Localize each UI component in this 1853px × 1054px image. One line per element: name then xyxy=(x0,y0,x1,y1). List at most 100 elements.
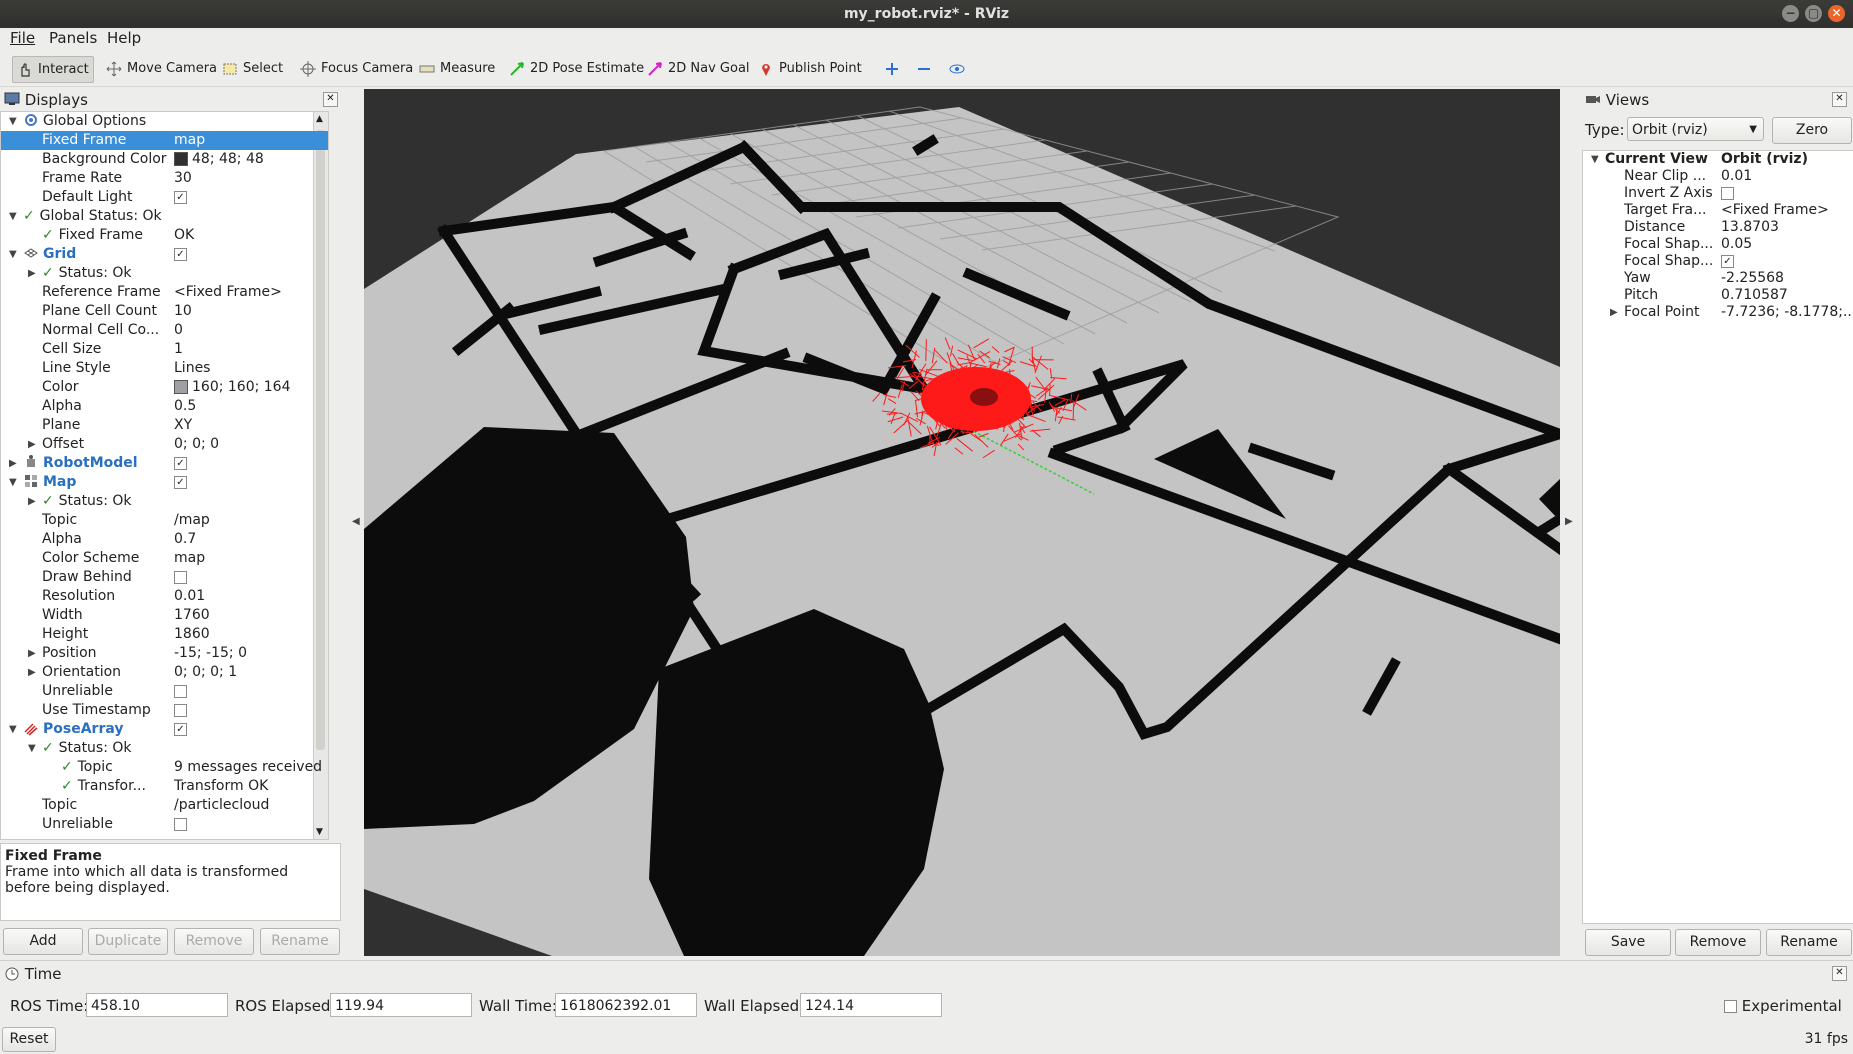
view-options-button[interactable] xyxy=(945,56,969,81)
expand-right-icon[interactable]: ▶ xyxy=(28,663,38,682)
collapse-left-icon[interactable]: ◀ xyxy=(352,516,360,527)
duplicate-display-button[interactable]: Duplicate xyxy=(88,928,168,955)
display-property-row[interactable]: Fixed Framemap xyxy=(1,131,328,150)
display-property-row[interactable]: Plane Cell Count10 xyxy=(1,302,328,321)
property-value[interactable] xyxy=(174,568,187,587)
display-property-row[interactable]: Unreliable xyxy=(1,682,328,701)
display-property-row[interactable]: Topic/map xyxy=(1,511,328,530)
property-checkbox[interactable] xyxy=(1721,187,1734,200)
view-property-row[interactable]: ▼Current ViewOrbit (rviz) xyxy=(1583,151,1853,168)
expand-down-icon[interactable]: ▼ xyxy=(9,112,19,131)
expand-right-icon[interactable]: ▶ xyxy=(28,492,38,511)
expand-down-icon[interactable]: ▼ xyxy=(9,720,19,739)
view-property-row[interactable]: Near Clip ...0.01 xyxy=(1583,168,1853,185)
expand-right-icon[interactable]: ▶ xyxy=(28,435,38,454)
display-property-row[interactable]: ▶RobotModel✓ xyxy=(1,454,328,473)
ros-elapsed-field[interactable]: 119.94 xyxy=(330,993,472,1017)
property-checkbox[interactable]: ✓ xyxy=(174,457,187,470)
map-scene[interactable] xyxy=(364,89,1560,956)
color-swatch[interactable] xyxy=(174,380,188,394)
display-property-row[interactable]: ✓ Topic9 messages received xyxy=(1,758,328,777)
property-value[interactable]: ✓ xyxy=(174,454,187,473)
views-close-button[interactable]: ✕ xyxy=(1832,92,1847,107)
display-property-row[interactable]: Color160; 160; 164 xyxy=(1,378,328,397)
display-property-row[interactable]: ▼PoseArray✓ xyxy=(1,720,328,739)
display-property-row[interactable]: ▶Offset0; 0; 0 xyxy=(1,435,328,454)
rename-display-button[interactable]: Rename xyxy=(260,928,340,955)
view-type-select[interactable]: Orbit (rviz) ▼ xyxy=(1627,117,1764,141)
view-property-row[interactable]: Focal Shap...0.05 xyxy=(1583,236,1853,253)
display-property-row[interactable]: ▼✓ Global Status: Ok xyxy=(1,207,328,226)
time-close-button[interactable]: ✕ xyxy=(1832,966,1847,981)
property-checkbox[interactable]: ✓ xyxy=(174,191,187,204)
focus-camera-tool-button[interactable]: Focus Camera xyxy=(296,56,417,81)
display-property-row[interactable]: PlaneXY xyxy=(1,416,328,435)
display-property-row[interactable]: Cell Size1 xyxy=(1,340,328,359)
property-checkbox[interactable]: ✓ xyxy=(174,248,187,261)
color-swatch[interactable] xyxy=(174,152,188,166)
property-checkbox[interactable] xyxy=(174,685,187,698)
remove-display-button[interactable]: Remove xyxy=(174,928,254,955)
display-property-row[interactable]: ▼Map✓ xyxy=(1,473,328,492)
publish-point-tool-button[interactable]: Publish Point xyxy=(754,56,866,81)
reset-button[interactable]: Reset xyxy=(2,1027,56,1052)
measure-tool-button[interactable]: Measure xyxy=(415,56,499,81)
ros-time-field[interactable]: 458.10 xyxy=(86,993,228,1017)
display-property-row[interactable]: ✓ Transfor...Transform OK xyxy=(1,777,328,796)
remove-view-button[interactable]: Remove xyxy=(1675,929,1761,956)
display-property-row[interactable]: Normal Cell Co...0 xyxy=(1,321,328,340)
rename-view-button[interactable]: Rename xyxy=(1766,929,1852,956)
display-property-row[interactable]: Default Light✓ xyxy=(1,188,328,207)
property-checkbox[interactable] xyxy=(174,704,187,717)
experimental-toggle[interactable]: Experimental xyxy=(1724,997,1842,1015)
display-property-row[interactable]: ▼✓ Status: Ok xyxy=(1,739,328,758)
display-property-row[interactable]: ▼Global Options xyxy=(1,112,328,131)
property-value[interactable]: ✓ xyxy=(174,245,187,264)
menu-help[interactable]: Help xyxy=(107,29,141,47)
expand-down-icon[interactable]: ▼ xyxy=(1591,151,1601,168)
property-checkbox[interactable] xyxy=(174,571,187,584)
minimize-button[interactable]: − xyxy=(1782,5,1799,22)
display-property-row[interactable]: Background Color48; 48; 48 xyxy=(1,150,328,169)
expand-right-icon[interactable]: ▶ xyxy=(1610,304,1620,321)
wall-time-field[interactable]: 1618062392.01 xyxy=(555,993,697,1017)
pose-estimate-tool-button[interactable]: 2D Pose Estimate xyxy=(505,56,648,81)
display-property-row[interactable]: Height1860 xyxy=(1,625,328,644)
nav-goal-tool-button[interactable]: 2D Nav Goal xyxy=(643,56,754,81)
expand-right-icon[interactable]: ▶ xyxy=(28,644,38,663)
display-property-row[interactable]: ▶Position-15; -15; 0 xyxy=(1,644,328,663)
property-value[interactable] xyxy=(1721,185,1734,202)
expand-down-icon[interactable]: ▼ xyxy=(9,473,19,492)
display-property-row[interactable]: Resolution0.01 xyxy=(1,587,328,606)
display-property-row[interactable]: Draw Behind xyxy=(1,568,328,587)
view-property-row[interactable]: Distance13.8703 xyxy=(1583,219,1853,236)
view-property-row[interactable]: Invert Z Axis xyxy=(1583,185,1853,202)
view-property-row[interactable]: Pitch0.710587 xyxy=(1583,287,1853,304)
experimental-checkbox[interactable] xyxy=(1724,1000,1737,1013)
display-property-row[interactable]: Frame Rate30 xyxy=(1,169,328,188)
menu-panels[interactable]: Panels xyxy=(49,29,97,47)
expand-down-icon[interactable]: ▼ xyxy=(9,207,19,226)
property-checkbox[interactable]: ✓ xyxy=(174,476,187,489)
display-property-row[interactable]: Unreliable xyxy=(1,815,328,834)
display-property-row[interactable]: Reference Frame<Fixed Frame> xyxy=(1,283,328,302)
render-viewport[interactable] xyxy=(364,89,1560,956)
property-value[interactable]: ✓ xyxy=(174,720,187,739)
close-button[interactable]: ✕ xyxy=(1828,5,1845,22)
display-property-row[interactable]: ▶Orientation0; 0; 0; 1 xyxy=(1,663,328,682)
display-property-row[interactable]: ▼Grid✓ xyxy=(1,245,328,264)
expand-right-icon[interactable]: ▶ xyxy=(9,454,19,473)
property-value[interactable] xyxy=(174,682,187,701)
display-property-row[interactable]: ✓ Fixed FrameOK xyxy=(1,226,328,245)
menu-file[interactable]: File xyxy=(10,29,35,47)
display-property-row[interactable]: Color Schememap xyxy=(1,549,328,568)
expand-right-icon[interactable]: ▶ xyxy=(28,264,38,283)
collapse-right-icon[interactable]: ▶ xyxy=(1565,516,1573,527)
display-property-row[interactable]: Topic/particlecloud xyxy=(1,796,328,815)
property-value[interactable]: ✓ xyxy=(174,473,187,492)
display-property-row[interactable]: Use Timestamp xyxy=(1,701,328,720)
display-property-row[interactable]: ▶✓ Status: Ok xyxy=(1,492,328,511)
maximize-button[interactable]: ▢ xyxy=(1805,5,1822,22)
zero-view-button[interactable]: Zero xyxy=(1772,117,1852,144)
property-checkbox[interactable]: ✓ xyxy=(174,723,187,736)
